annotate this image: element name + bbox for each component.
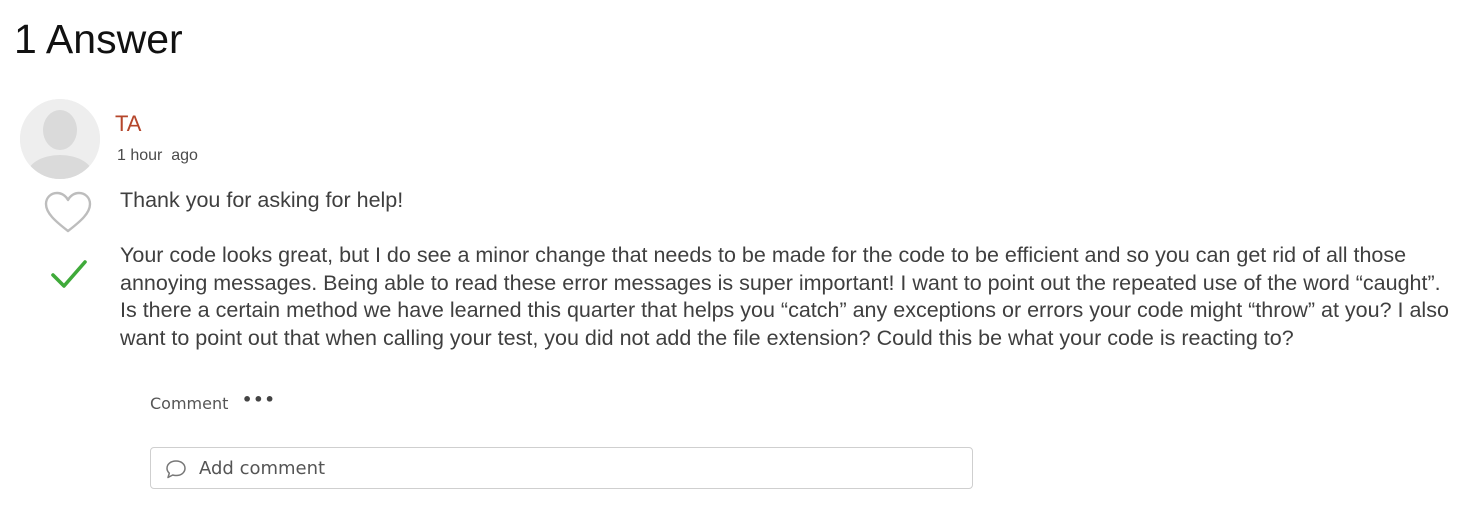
- more-options-icon[interactable]: •••: [242, 390, 276, 409]
- author-name-link[interactable]: TA: [115, 111, 141, 137]
- speech-bubble-icon: [166, 460, 186, 479]
- add-comment-input[interactable]: Add comment: [150, 447, 973, 489]
- like-button[interactable]: [43, 190, 93, 236]
- checkmark-icon: [51, 260, 87, 288]
- comment-button[interactable]: Comment: [150, 394, 228, 413]
- heart-outline-icon: [44, 191, 92, 233]
- answer-paragraph-1: Thank you for asking for help!: [120, 188, 404, 212]
- answer-paragraph-2: Your code looks great, but I do see a mi…: [120, 243, 1449, 350]
- accepted-answer-indicator: [50, 258, 88, 290]
- default-user-avatar-icon: [20, 99, 100, 179]
- answer-body: Thank you for asking for help! Your code…: [120, 187, 1450, 353]
- answers-section: 1 Answer TA 1 hour ago Thank you for ask…: [0, 0, 1464, 532]
- avatar[interactable]: [20, 99, 100, 179]
- answers-count-heading: 1 Answer: [14, 16, 183, 62]
- answer-timestamp: 1 hour ago: [117, 147, 198, 164]
- add-comment-placeholder: Add comment: [199, 458, 326, 479]
